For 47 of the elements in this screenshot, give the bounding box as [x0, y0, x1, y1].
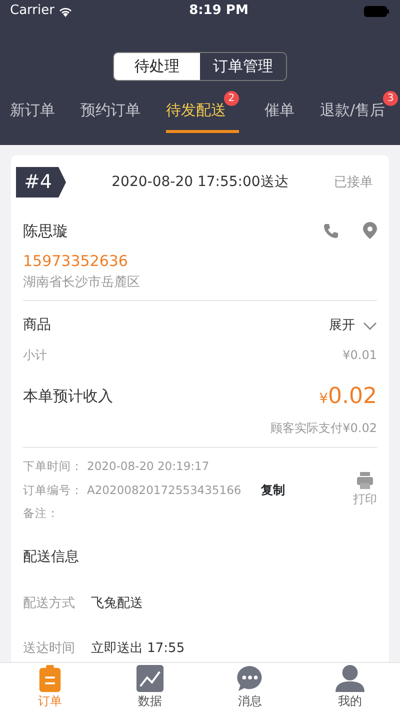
category-tab[interactable]: 新订单 [10, 90, 55, 133]
order-number: #4 [16, 167, 66, 198]
clock-time: 8:19 PM [189, 2, 248, 20]
subtotal-label: 小计 [23, 347, 47, 364]
carrier-name: Carrier [10, 2, 54, 20]
segment-tab[interactable]: 待处理 [114, 53, 200, 80]
order-status: 已接单 [334, 174, 374, 192]
field-value: 立即送出 17:55 [91, 640, 185, 658]
chart-icon [136, 665, 164, 692]
category-tab[interactable]: 退款/售后 3 [320, 90, 398, 133]
nav-tab[interactable]: 数据 [100, 663, 200, 710]
phone-icon[interactable] [323, 222, 339, 239]
battery-icon [364, 6, 390, 16]
category-tab[interactable]: 待发配送 2 [166, 90, 239, 133]
nav-tab[interactable]: 我的 [300, 663, 400, 710]
customer-address: 湖南省长沙市岳麓区 [23, 274, 141, 292]
meta-value: A20200820172553435166 [87, 482, 242, 499]
goods-label: 商品 [23, 316, 52, 335]
delivery-time: 2020-08-20 17:55:00送达 [110, 172, 290, 192]
section-title: 配送信息 [22, 548, 80, 566]
count-badge: 2 [224, 90, 239, 106]
category-tab[interactable]: 预约订单 [80, 90, 140, 133]
chevron-icon [363, 322, 377, 330]
meta-label: 下单时间： [23, 458, 83, 475]
wifi-icon [58, 6, 74, 16]
subtotal-value: ¥0.01 [342, 347, 377, 364]
expand-toggle[interactable]: 展开 [329, 316, 377, 336]
meta-label: 订单编号： [23, 482, 83, 499]
meta-label: 备注： [23, 505, 59, 522]
segment-tab[interactable]: 订单管理 [200, 53, 286, 80]
clipboard-icon [38, 665, 62, 692]
field-label: 配送方式 [23, 594, 75, 612]
person-icon [335, 665, 365, 692]
count-badge: 3 [383, 90, 398, 106]
paid-amount: 顾客实际支付¥0.02 [270, 420, 378, 437]
field-value: 飞兔配送 [91, 594, 143, 612]
customer-name: 陈思璇 [23, 220, 69, 242]
field-label: 送达时间 [23, 640, 75, 658]
meta-value: 2020-08-20 20:19:17 [87, 458, 210, 475]
location-pin-icon[interactable] [363, 222, 377, 240]
chat-bubble-icon [236, 665, 264, 692]
category-tab[interactable]: 催单 [264, 90, 294, 133]
nav-tab[interactable]: 消息 [200, 663, 300, 710]
income-amount: ¥0.02 [319, 383, 377, 411]
printer-icon [357, 472, 373, 490]
income-label: 本单预计收入 [23, 386, 113, 408]
copy-button[interactable]: 复制 [261, 481, 286, 500]
